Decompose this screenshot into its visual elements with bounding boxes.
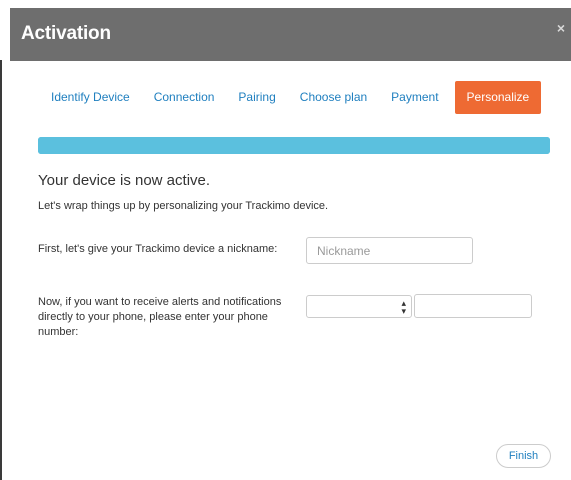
nickname-input[interactable] bbox=[306, 237, 473, 264]
country-code-select[interactable]: ▴ ▾ bbox=[306, 295, 412, 318]
tab-connection[interactable]: Connection bbox=[142, 81, 227, 114]
select-arrows-icon: ▴ ▾ bbox=[401, 298, 406, 316]
page-subtext: Let's wrap things up by personalizing yo… bbox=[38, 200, 329, 212]
progress-bar bbox=[38, 137, 550, 154]
phone-label: Now, if you want to receive alerts and n… bbox=[38, 296, 282, 338]
activation-modal: Activation × Identify Device Connection … bbox=[10, 8, 571, 477]
tab-pairing[interactable]: Pairing bbox=[226, 81, 287, 114]
modal-title: Activation bbox=[21, 23, 111, 44]
finish-button[interactable]: Finish bbox=[496, 444, 551, 468]
tab-choose-plan[interactable]: Choose plan bbox=[288, 81, 379, 114]
modal-header: Activation × bbox=[10, 8, 571, 61]
tab-identify-device[interactable]: Identify Device bbox=[39, 81, 142, 114]
progress-bar-fill bbox=[38, 137, 550, 154]
window-edge bbox=[0, 60, 2, 480]
phone-number-input[interactable] bbox=[414, 294, 532, 318]
nickname-label: First, let's give your Trackimo device a… bbox=[38, 243, 278, 255]
step-tabs: Identify Device Connection Pairing Choos… bbox=[39, 81, 542, 114]
tab-personalize[interactable]: Personalize bbox=[454, 81, 542, 114]
close-icon[interactable]: × bbox=[557, 20, 565, 36]
tab-payment[interactable]: Payment bbox=[379, 81, 450, 114]
page-heading: Your device is now active. bbox=[38, 172, 211, 189]
